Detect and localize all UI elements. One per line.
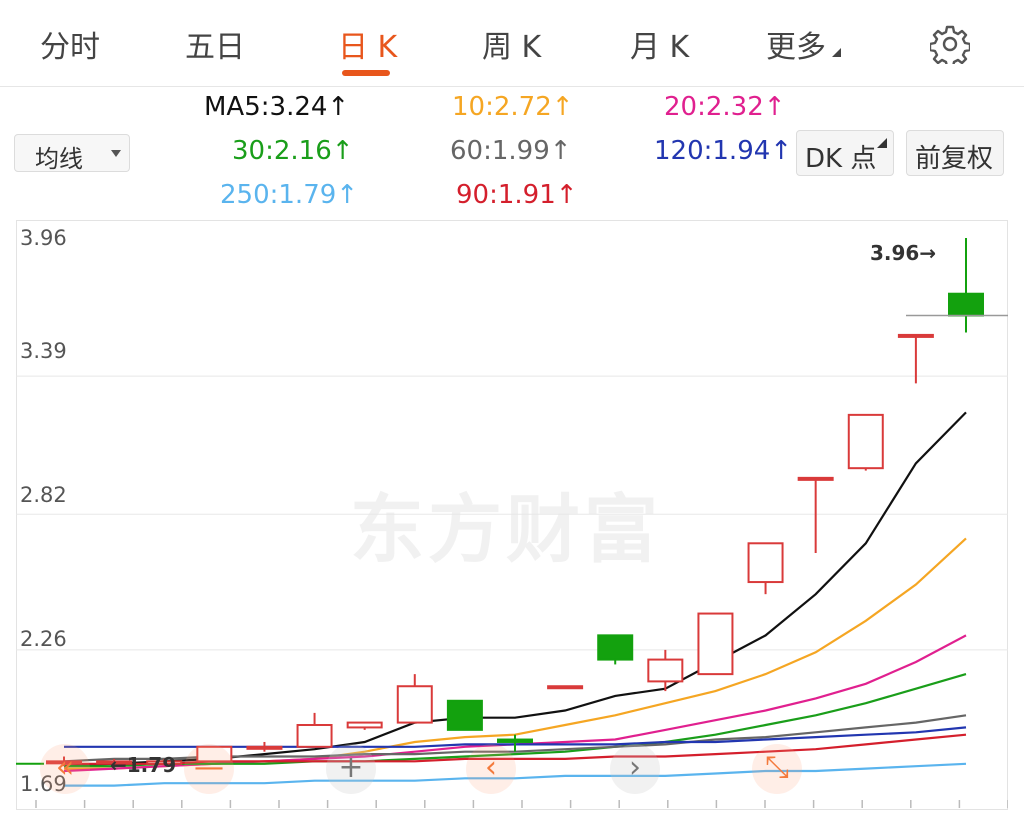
tab-minute[interactable]: 分时 bbox=[40, 22, 100, 66]
kline-chart[interactable]: 3.96→ ←1.79 bbox=[16, 220, 1008, 810]
tab-weekly-k[interactable]: 周 K bbox=[482, 22, 541, 66]
ma-label: 10:2.72 bbox=[452, 92, 552, 122]
ma-label: 120:1.94 bbox=[654, 136, 771, 166]
candlestick bbox=[647, 658, 684, 683]
up-arrow-icon: ↑ bbox=[327, 92, 350, 122]
candlestick bbox=[396, 685, 433, 724]
expand-icon: ⤡ bbox=[765, 750, 789, 785]
ma-label: 90:1.91 bbox=[456, 180, 556, 210]
active-tab-indicator bbox=[342, 70, 390, 76]
ma20-value: 20:2.32↑ bbox=[664, 92, 786, 122]
chevron-left-icon: ‹ bbox=[485, 750, 497, 785]
candlestick bbox=[697, 612, 734, 676]
ma-line-ma5 bbox=[63, 411, 967, 768]
fullscreen-control[interactable]: ⤡ bbox=[752, 744, 802, 794]
tab-more[interactable]: 更多 bbox=[766, 22, 841, 66]
caret-down-icon bbox=[111, 150, 121, 157]
ma-label: 60:1.99 bbox=[450, 136, 550, 166]
forward-adjust-button[interactable]: 前复权 bbox=[906, 130, 1004, 176]
ma-label: 250:1.79 bbox=[220, 180, 337, 210]
ma-label: MA5:3.24 bbox=[204, 92, 328, 122]
dropdown-corner-icon bbox=[832, 48, 841, 57]
candlestick bbox=[246, 745, 283, 750]
tab-daily-k[interactable]: 日 K bbox=[338, 22, 397, 66]
ma-label: 20:2.32 bbox=[664, 92, 764, 122]
up-arrow-icon: ↑ bbox=[336, 180, 359, 210]
up-arrow-icon: ↑ bbox=[770, 136, 793, 166]
gear-icon[interactable] bbox=[930, 24, 970, 64]
candlestick bbox=[296, 724, 333, 748]
chart-frame bbox=[16, 220, 1008, 810]
candlestick bbox=[446, 699, 483, 731]
candlestick bbox=[847, 413, 884, 470]
prev-control[interactable]: ‹ bbox=[466, 744, 516, 794]
period-tab-bar: 分时 五日 日 K 周 K 月 K 更多 bbox=[0, 0, 1024, 87]
candlestick bbox=[948, 292, 984, 317]
plus-icon: + bbox=[338, 750, 364, 785]
up-arrow-icon: ↑ bbox=[331, 136, 354, 166]
ma250-value: 250:1.79↑ bbox=[220, 180, 358, 210]
dk-point-label: DK 点 bbox=[805, 144, 877, 174]
double-chevron-left-icon: « bbox=[55, 750, 75, 785]
indicator-select-value: 均线 bbox=[35, 145, 83, 173]
next-control[interactable]: › bbox=[610, 744, 660, 794]
y-tick-label: 3.96 bbox=[20, 226, 67, 250]
dropdown-corner-icon bbox=[877, 138, 887, 148]
candlestick bbox=[346, 721, 383, 729]
candlestick bbox=[797, 476, 834, 481]
tab-more-label: 更多 bbox=[766, 30, 826, 65]
up-arrow-icon: ↑ bbox=[763, 92, 786, 122]
plus-control[interactable]: + bbox=[326, 744, 376, 794]
tab-five-day[interactable]: 五日 bbox=[185, 22, 245, 66]
dk-point-button[interactable]: DK 点 bbox=[796, 130, 894, 176]
ma30-value: 30:2.16↑ bbox=[232, 136, 354, 166]
candlestick bbox=[897, 333, 934, 338]
ma-label: 30:2.16 bbox=[232, 136, 332, 166]
ma5-value: MA5:3.24↑ bbox=[204, 92, 349, 122]
forward-adjust-label: 前复权 bbox=[915, 144, 994, 174]
tab-monthly-k[interactable]: 月 K bbox=[630, 22, 689, 66]
ma120-value: 120:1.94↑ bbox=[654, 136, 792, 166]
candlestick bbox=[497, 738, 533, 743]
minus-control[interactable]: — bbox=[184, 744, 234, 794]
y-tick-label: 2.82 bbox=[20, 483, 67, 507]
ma90-value: 90:1.91↑ bbox=[456, 180, 578, 210]
candlestick bbox=[747, 542, 784, 584]
minus-icon: — bbox=[194, 750, 224, 785]
up-arrow-icon: ↑ bbox=[551, 92, 574, 122]
ma10-value: 10:2.72↑ bbox=[452, 92, 574, 122]
zoom-out-control[interactable]: « bbox=[40, 744, 90, 794]
y-tick-label: 2.26 bbox=[20, 627, 67, 651]
y-tick-label: 3.39 bbox=[20, 339, 67, 363]
ma60-value: 60:1.99↑ bbox=[450, 136, 572, 166]
min-price-label: ←1.79 bbox=[110, 753, 176, 777]
indicator-select[interactable]: 均线 bbox=[14, 134, 130, 173]
chevron-right-icon: › bbox=[629, 750, 641, 785]
max-price-label: 3.96→ bbox=[870, 241, 936, 265]
candlestick bbox=[547, 685, 584, 690]
up-arrow-icon: ↑ bbox=[549, 136, 572, 166]
ma-line-10 bbox=[64, 537, 967, 770]
candlestick bbox=[597, 634, 634, 661]
up-arrow-icon: ↑ bbox=[555, 180, 578, 210]
